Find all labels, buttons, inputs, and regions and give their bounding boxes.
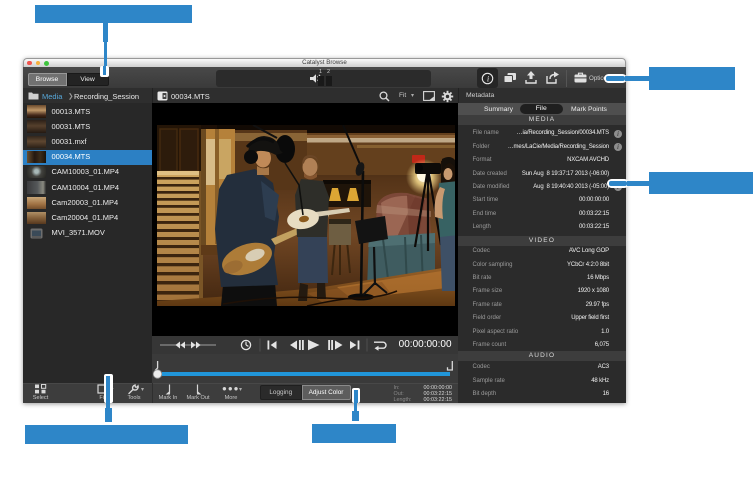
svg-text:i: i bbox=[487, 73, 490, 83]
